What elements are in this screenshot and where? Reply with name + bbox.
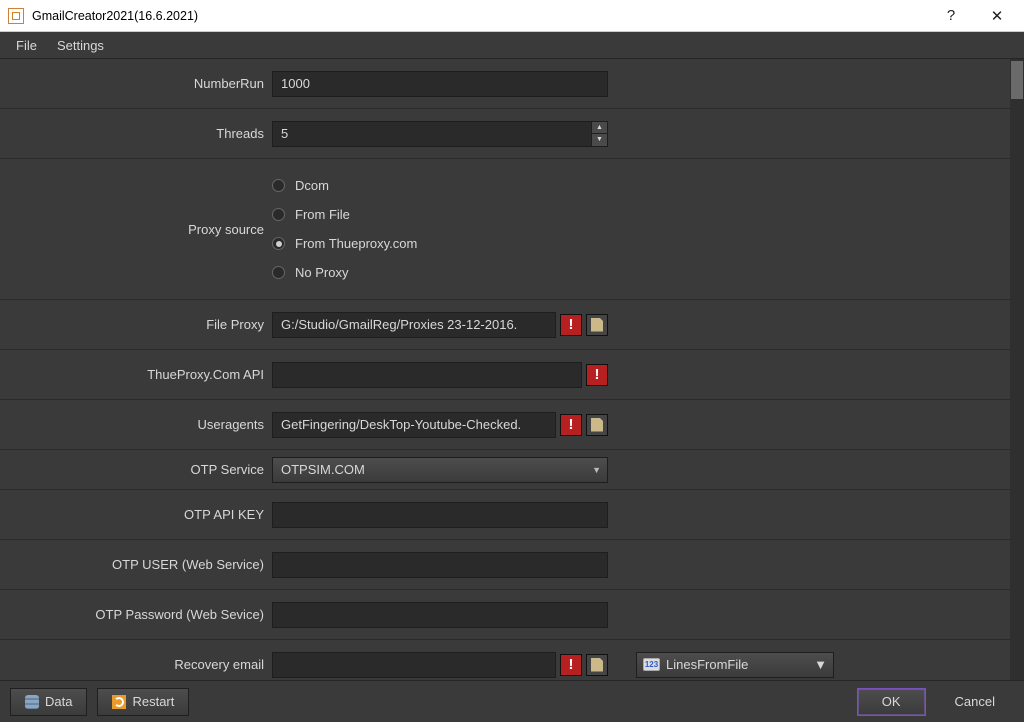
radio-no-proxy[interactable]: No Proxy — [272, 265, 417, 280]
restart-button[interactable]: Restart — [97, 688, 189, 716]
chevron-down-icon: ▼ — [592, 465, 601, 475]
menu-bar: File Settings — [0, 32, 1024, 59]
input-otp-user[interactable] — [272, 552, 608, 578]
radio-dcom[interactable]: Dcom — [272, 178, 417, 193]
browse-file-icon[interactable] — [586, 314, 608, 336]
row-recovery-email: Recovery email ! 123 LinesFromFile ▼ — [0, 640, 1010, 680]
input-file-proxy[interactable]: G:/Studio/GmailReg/Proxies 23-12-2016. — [272, 312, 556, 338]
radio-dot-icon — [272, 237, 285, 250]
data-button[interactable]: Data — [10, 688, 87, 716]
menu-file[interactable]: File — [6, 34, 47, 57]
row-otp-api-key: OTP API KEY — [0, 490, 1010, 540]
threads-step-down[interactable]: ▼ — [592, 134, 607, 146]
label-recovery-email: Recovery email — [0, 657, 272, 672]
warning-icon[interactable]: ! — [560, 654, 582, 676]
cancel-button[interactable]: Cancel — [936, 688, 1014, 716]
help-button[interactable]: ? — [928, 0, 974, 32]
vertical-scrollbar[interactable] — [1010, 59, 1024, 680]
select-recovery-source[interactable]: 123 LinesFromFile ▼ — [636, 652, 834, 678]
warning-icon[interactable]: ! — [560, 314, 582, 336]
label-otp-api-key: OTP API KEY — [0, 507, 272, 522]
threads-step-up[interactable]: ▲ — [592, 122, 607, 135]
scrollbar-thumb[interactable] — [1011, 61, 1023, 99]
label-proxy-source: Proxy source — [0, 222, 272, 237]
ok-button[interactable]: OK — [857, 688, 926, 716]
row-thueproxy-api: ThueProxy.Com API ! — [0, 350, 1010, 400]
footer-bar: Data Restart OK Cancel — [0, 680, 1024, 722]
label-thueproxy-api: ThueProxy.Com API — [0, 367, 272, 382]
browse-file-icon[interactable] — [586, 414, 608, 436]
radio-dot-icon — [272, 208, 285, 221]
menu-settings[interactable]: Settings — [47, 34, 114, 57]
input-otp-password[interactable] — [272, 602, 608, 628]
window-titlebar: GmailCreator2021(16.6.2021) ? ✕ — [0, 0, 1024, 32]
row-otp-password: OTP Password (Web Sevice) — [0, 590, 1010, 640]
select-otp-service[interactable]: OTPSIM.COM ▼ — [272, 457, 608, 483]
label-otp-service: OTP Service — [0, 462, 272, 477]
row-otp-user: OTP USER (Web Service) — [0, 540, 1010, 590]
input-otp-api-key[interactable] — [272, 502, 608, 528]
warning-icon[interactable]: ! — [586, 364, 608, 386]
lines-from-file-icon: 123 — [643, 658, 660, 671]
radio-dot-icon — [272, 266, 285, 279]
window-title: GmailCreator2021(16.6.2021) — [32, 9, 198, 23]
browse-file-icon[interactable] — [586, 654, 608, 676]
input-thueproxy-api[interactable] — [272, 362, 582, 388]
label-number-run: NumberRun — [0, 76, 272, 91]
label-useragents: Useragents — [0, 417, 272, 432]
label-otp-user: OTP USER (Web Service) — [0, 557, 272, 572]
row-proxy-source: Proxy source Dcom From File From Thuepro… — [0, 159, 1010, 300]
app-icon — [8, 8, 24, 24]
row-number-run: NumberRun 1000 — [0, 59, 1010, 109]
radio-from-file[interactable]: From File — [272, 207, 417, 222]
radio-from-thueproxy[interactable]: From Thueproxy.com — [272, 236, 417, 251]
restart-icon — [112, 695, 126, 709]
label-threads: Threads — [0, 126, 272, 141]
radio-dot-icon — [272, 179, 285, 192]
input-useragents[interactable]: GetFingering/DeskTop-Youtube-Checked. — [272, 412, 556, 438]
row-file-proxy: File Proxy G:/Studio/GmailReg/Proxies 23… — [0, 300, 1010, 350]
input-recovery-email[interactable] — [272, 652, 556, 678]
close-button[interactable]: ✕ — [974, 0, 1020, 32]
warning-icon[interactable]: ! — [560, 414, 582, 436]
row-otp-service: OTP Service OTPSIM.COM ▼ — [0, 450, 1010, 490]
row-useragents: Useragents GetFingering/DeskTop-Youtube-… — [0, 400, 1010, 450]
input-number-run[interactable]: 1000 — [272, 71, 608, 97]
row-threads: Threads 5 ▲ ▼ — [0, 109, 1010, 159]
chevron-down-icon: ▼ — [814, 657, 827, 672]
input-threads[interactable]: 5 ▲ ▼ — [272, 121, 608, 147]
proxy-source-group: Dcom From File From Thueproxy.com No Pro… — [272, 164, 417, 294]
database-icon — [25, 695, 39, 709]
form-area: NumberRun 1000 Threads 5 ▲ ▼ Proxy sourc… — [0, 59, 1024, 680]
label-file-proxy: File Proxy — [0, 317, 272, 332]
label-otp-password: OTP Password (Web Sevice) — [0, 607, 272, 622]
